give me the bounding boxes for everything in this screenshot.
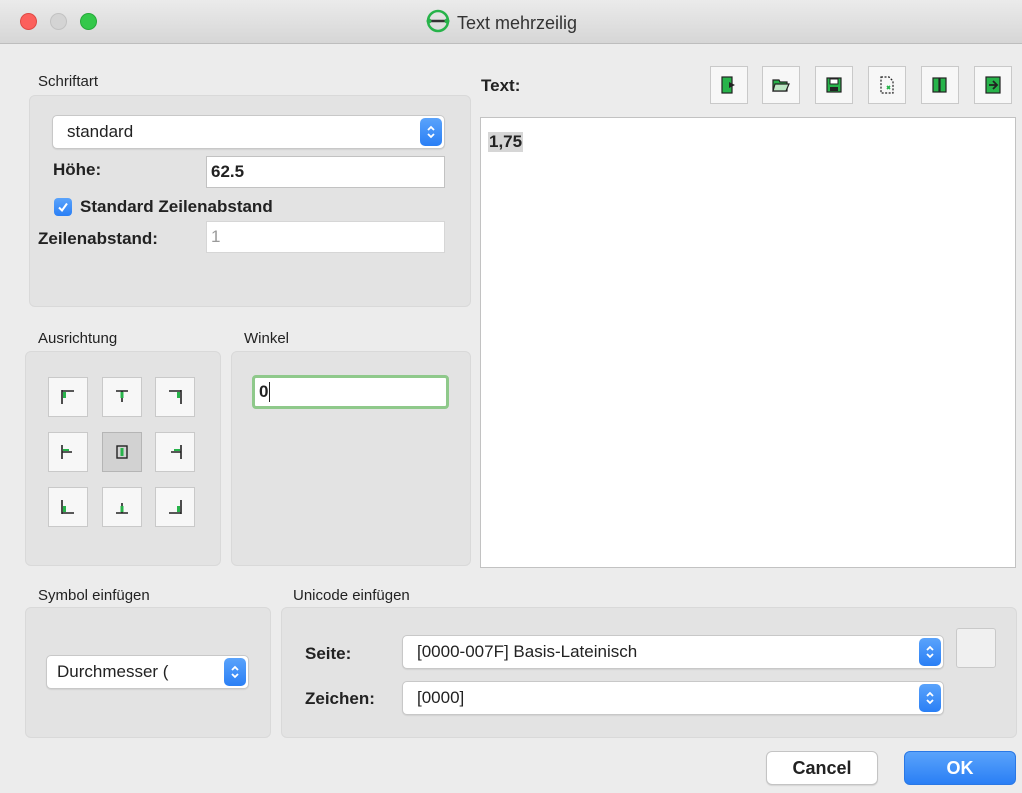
ausrichtung-group: [25, 351, 221, 566]
align-middle-left-icon: [61, 445, 72, 459]
align-bottom-center-button[interactable]: [102, 487, 142, 527]
ausrichtung-group-label: Ausrichtung: [38, 330, 118, 347]
unicode-group: Seite: [0000-007F] Basis-Lateinisch Zeic…: [281, 607, 1017, 738]
char-preview-swatch: [956, 628, 996, 668]
align-top-right-icon: [169, 390, 182, 404]
open-file-button[interactable]: [762, 66, 800, 104]
zoom-window-button[interactable]: [80, 13, 97, 30]
insert-text-button[interactable]: [974, 66, 1012, 104]
height-label: Höhe:: [53, 160, 102, 179]
angle-input[interactable]: 0: [252, 375, 449, 409]
text-label: Text:: [481, 76, 521, 95]
standard-spacing-checkbox[interactable]: [54, 198, 72, 216]
symbol-select[interactable]: Durchmesser (: [46, 655, 249, 689]
save-file-button[interactable]: [815, 66, 853, 104]
chevron-updown-icon: [224, 658, 246, 686]
align-bottom-center-icon: [116, 503, 128, 514]
save-icon: [826, 77, 842, 93]
text-cursor: [269, 382, 271, 402]
insert-file-button[interactable]: [710, 66, 748, 104]
text-editor[interactable]: 1,75: [480, 117, 1016, 568]
open-folder-icon: [772, 79, 790, 92]
minimize-window-button[interactable]: [50, 13, 67, 30]
align-top-center-icon: [116, 390, 128, 402]
clear-icon: [880, 76, 894, 94]
chevron-updown-icon: [420, 118, 442, 146]
align-bottom-right-button[interactable]: [155, 487, 195, 527]
align-middle-center-button[interactable]: [102, 432, 142, 472]
symbol-group: Durchmesser (: [25, 607, 271, 738]
align-middle-right-icon: [171, 445, 182, 459]
text-content: 1,75: [488, 132, 524, 152]
line-spacing-label: Zeilenabstand:: [38, 229, 158, 248]
schriftart-group: standard Höhe: 62.5 Standard Zeilenabsta…: [29, 95, 471, 307]
text-tool-icon: [425, 8, 451, 39]
symbol-select-value: Durchmesser (: [57, 662, 169, 681]
clear-text-button[interactable]: [868, 66, 906, 104]
align-top-center-button[interactable]: [102, 377, 142, 417]
unicode-char-value: [0000]: [417, 688, 465, 707]
winkel-group-label: Winkel: [244, 330, 290, 347]
winkel-group: 0: [231, 351, 471, 566]
align-top-left-icon: [61, 390, 74, 404]
chevron-updown-icon: [919, 684, 941, 712]
font-select-value: standard: [67, 122, 134, 141]
text-library-button[interactable]: [921, 66, 959, 104]
insert-file-icon: [721, 76, 735, 94]
page-label: Seite:: [305, 644, 352, 663]
line-spacing-input[interactable]: 1: [206, 221, 445, 253]
window-title: Text mehrzeilig: [457, 12, 578, 33]
unicode-group-label: Unicode einfügen: [293, 587, 410, 604]
align-bottom-right-icon: [169, 500, 182, 514]
cancel-button[interactable]: Cancel: [766, 751, 878, 785]
unicode-page-value: [0000-007F] Basis-Lateinisch: [417, 642, 638, 661]
align-bottom-left-icon: [61, 500, 74, 514]
unicode-page-select[interactable]: [0000-007F] Basis-Lateinisch: [402, 635, 944, 669]
insert-icon: [985, 76, 1001, 94]
align-middle-left-button[interactable]: [48, 432, 88, 472]
font-select[interactable]: standard: [52, 115, 445, 149]
close-window-button[interactable]: [20, 13, 37, 30]
standard-spacing-label: Standard Zeilenabstand: [80, 197, 273, 216]
book-icon: [932, 77, 947, 93]
chevron-updown-icon: [919, 638, 941, 666]
title-bar: Text mehrzeilig: [0, 0, 1022, 44]
align-middle-center-icon: [116, 445, 128, 459]
ok-button[interactable]: OK: [904, 751, 1016, 785]
align-top-left-button[interactable]: [48, 377, 88, 417]
angle-value: 0: [259, 382, 269, 401]
align-middle-right-button[interactable]: [155, 432, 195, 472]
align-top-right-button[interactable]: [155, 377, 195, 417]
symbol-group-label: Symbol einfügen: [38, 587, 150, 604]
char-label: Zeichen:: [305, 689, 375, 708]
checkmark-icon: [58, 202, 68, 213]
schriftart-group-label: Schriftart: [38, 73, 99, 90]
height-input[interactable]: 62.5: [206, 156, 445, 188]
align-bottom-left-button[interactable]: [48, 487, 88, 527]
unicode-char-select[interactable]: [0000]: [402, 681, 944, 715]
